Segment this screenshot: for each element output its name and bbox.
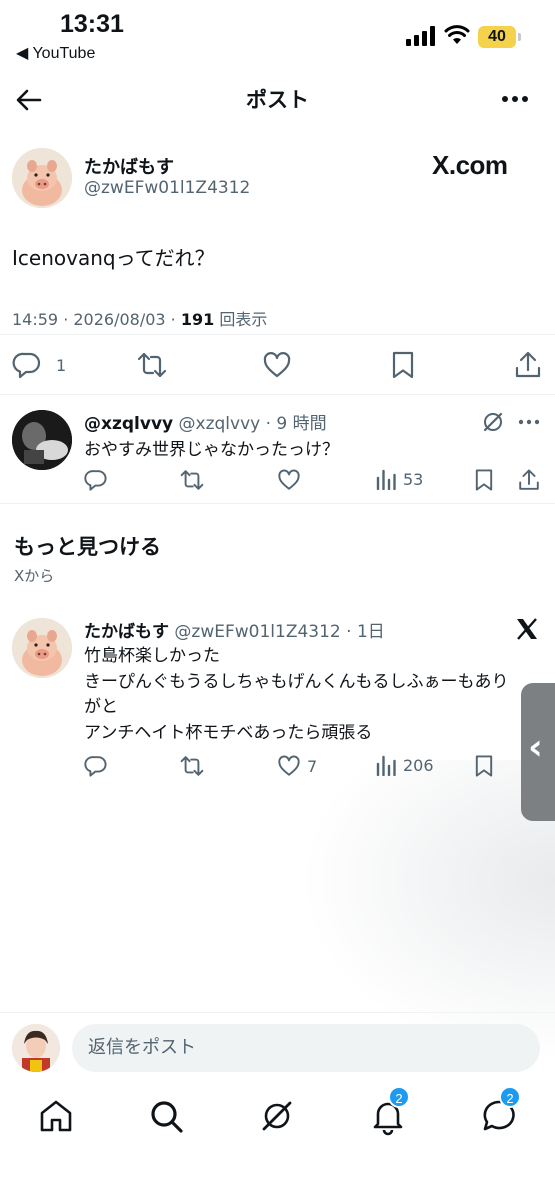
reply-count: 1 [56,355,67,375]
reply-button[interactable] [84,754,108,778]
rec-author-avatar[interactable] [12,618,72,678]
divider [0,503,555,504]
wifi-icon [444,25,470,44]
like-count: 7 [307,756,318,776]
rec-action-row: 7 206 [0,752,555,782]
tab-search[interactable] [146,1096,186,1136]
nav-header: ポスト [0,70,555,130]
bottom-tab-bar: 2 2 [0,1082,555,1200]
like-button[interactable] [277,468,301,492]
battery-indicator: 40 [478,26,516,48]
views-count: 191 [180,310,215,329]
tab-messages[interactable]: 2 [479,1086,521,1136]
reply-icon [84,756,107,777]
reply-text: おやすみ世界じゃなかったっけ？ [84,440,339,460]
reply-author-name[interactable]: @xzqlvvy [84,414,173,434]
rec-post-text: 竹島杯楽しかった きーぴんぐもうるしちゃもげんくんもるしふぁーもありがと アンチ… [84,644,524,746]
share-button[interactable] [517,468,541,492]
tab-notifications[interactable]: 2 [368,1086,410,1136]
rec-header: たかばもす @zwEFw01l1Z4312 · 1日 [84,617,385,642]
author-avatar[interactable] [12,148,72,208]
bookmark-button[interactable] [388,350,418,380]
compose-bar: 返信をポスト [0,1012,555,1082]
side-panel-handle[interactable]: ‹ [521,683,555,821]
reply-author-avatar[interactable] [12,410,72,470]
like-button[interactable]: 7 [277,754,317,778]
rec-handle-time[interactable]: @zwEFw01l1Z4312 · 1日 [169,622,384,642]
views-button[interactable]: 206 [375,754,434,776]
rec-text-line: アンチヘイト杯モチベあったら頑張る [84,722,373,743]
repost-icon [137,352,167,378]
main-action-row: 1 [0,348,555,382]
views-chart-icon [376,469,396,490]
views-chart-icon [376,755,396,776]
grok-icon [262,1101,292,1131]
x-logo-icon [517,618,537,640]
bookmark-icon [392,351,414,379]
reply-header: @xzqlvvy @xzqlvvy · 9 時間 [84,409,327,434]
tab-home[interactable] [36,1096,76,1136]
reply-handle-time[interactable]: @xzqlvvy · 9 時間 [173,414,327,434]
share-icon [515,351,541,378]
rec-author-name[interactable]: たかばもす [84,622,169,642]
signal-icon [406,26,435,46]
repost-icon [180,756,204,776]
xcom-badge: X.com [432,150,508,180]
views-count: 53 [403,469,424,489]
like-button[interactable] [262,350,292,380]
bookmark-icon [475,469,493,491]
reply-button[interactable]: 1 [12,350,66,380]
grok-icon[interactable] [481,410,505,434]
heart-icon [278,755,300,776]
section-subtitle: Xから [14,567,55,585]
rec-text-line: きーぴんぐもうるしちゃもげんくんもるしふぁーもありがと [84,671,509,718]
author-name[interactable]: たかばもす [84,153,174,179]
post-meta: 14:59 · 2026/08/03 · 191 回表示 [12,306,267,330]
page-title: ポスト [246,88,309,112]
share-icon [519,469,539,490]
post-text: Icenovanqってだれ？ [12,246,215,270]
divider [0,334,555,335]
reply-button[interactable] [84,468,108,492]
reply-icon [12,352,41,379]
rec-text-line: 竹島杯楽しかった [84,646,220,666]
reply-compose-input[interactable]: 返信をポスト [72,1024,540,1072]
home-icon [40,1100,72,1132]
section-title: もっと見つける [14,535,161,559]
repost-button[interactable] [180,468,204,492]
battery-tip [518,33,521,41]
repost-button[interactable] [180,754,204,778]
heart-icon [263,352,291,378]
views-button[interactable]: 53 [375,468,423,490]
status-bar: 13:31 ◀ YouTube 40 [0,0,555,70]
back-to-app-link[interactable]: ◀ YouTube [16,43,95,63]
more-options-icon[interactable] [517,415,541,429]
bookmark-button[interactable] [472,754,496,778]
bookmark-icon [475,755,493,777]
repost-button[interactable] [137,350,167,380]
clock: 13:31 [60,10,124,38]
current-user-avatar[interactable] [12,1024,60,1072]
messages-badge: 2 [499,1086,521,1108]
author-handle[interactable]: @zwEFw01l1Z4312 [84,178,250,198]
more-options-icon[interactable] [500,86,530,112]
divider [0,394,555,395]
tab-grok[interactable] [257,1096,297,1136]
heart-icon [278,469,300,490]
bookmark-button[interactable] [472,468,496,492]
notifications-badge: 2 [388,1086,410,1108]
chevron-left-icon: ‹ [528,727,543,768]
search-icon [151,1101,183,1133]
views-count: 206 [403,755,434,775]
reply-action-row: 53 [0,466,555,496]
share-button[interactable] [513,350,543,380]
post-timestamp[interactable]: 14:59 · 2026/08/03 · [12,310,181,329]
reply-icon [84,470,107,491]
repost-icon [180,470,204,490]
views-label: 回表示 [214,310,268,329]
